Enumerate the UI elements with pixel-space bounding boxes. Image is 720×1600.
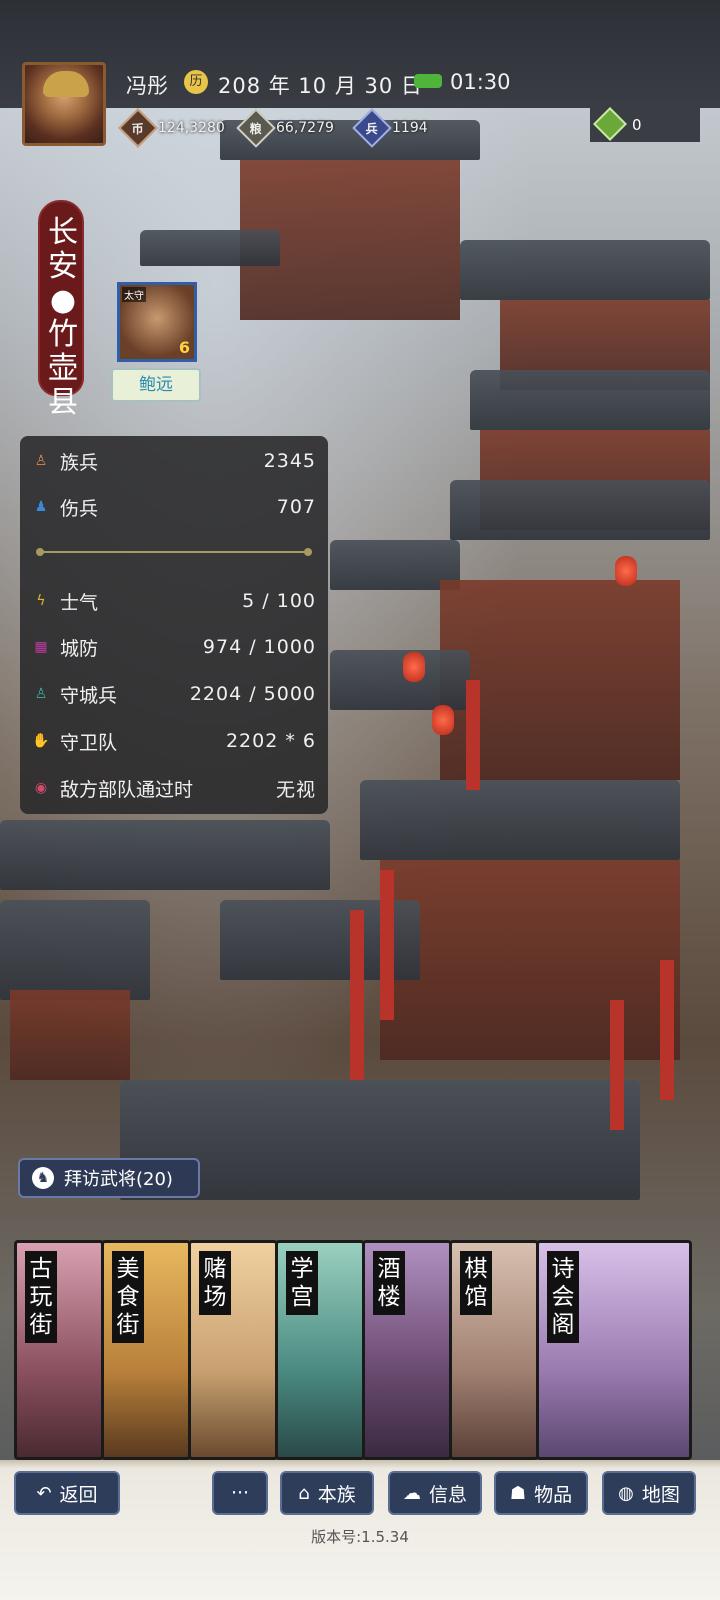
building-card-poetry-pavilion[interactable]: 诗会阁	[536, 1240, 692, 1460]
stat-value: 2345	[263, 450, 316, 472]
more-label: ···	[230, 1482, 250, 1504]
eye-icon: ◉	[34, 780, 48, 796]
stat-row-city-defense: ▦ 城防 974 / 1000	[32, 632, 316, 662]
building-name: 酒楼	[373, 1251, 405, 1315]
version-text: 版本号:1.5.34	[311, 1528, 409, 1546]
resource-soldier[interactable]: 兵 1194	[352, 108, 428, 148]
stat-label: 守卫队	[60, 731, 118, 754]
clan-label: 本族	[317, 1483, 356, 1506]
stat-row-morale: ϟ 士气 5 / 100	[32, 586, 316, 616]
building-card-antique-street[interactable]: 古玩街	[14, 1240, 104, 1460]
stat-value: 974 / 1000	[202, 636, 316, 658]
visit-generals-button[interactable]: ♞ 拜访武将(20)	[18, 1158, 200, 1198]
governor-tag: 太守	[122, 287, 146, 302]
stat-row-enemy-pass[interactable]: ◉ 敌方部队通过时 无视	[32, 773, 316, 803]
stat-row-guard-squad: ✋ 守卫队 2202 * 6	[32, 726, 316, 756]
building-name: 赌场	[199, 1251, 231, 1315]
building-name: 古玩街	[25, 1251, 57, 1343]
city-name: 长安●竹壶县	[48, 215, 78, 420]
helmet-graphic	[43, 71, 89, 97]
game-time: 01:30	[450, 70, 511, 94]
visit-button-label: 拜访武将(20)	[64, 1169, 173, 1190]
injured-icon: ♟	[34, 499, 48, 515]
building-card-tavern[interactable]: 酒楼	[362, 1240, 452, 1460]
stat-row-garrison: ♙ 守城兵 2204 / 5000	[32, 679, 316, 709]
gem-counter[interactable]: 0	[590, 107, 700, 142]
stat-row-injured: ♟ 伤兵 707	[32, 492, 316, 522]
building-name: 美食街	[112, 1251, 144, 1343]
governor-level: 6	[178, 338, 190, 357]
person-icon: ♙	[34, 453, 48, 469]
resource-value: 66,7279	[276, 120, 334, 136]
visit-icon: ♞	[32, 1167, 54, 1189]
coin-icon: 币	[118, 108, 158, 148]
squad-icon: ✋	[32, 733, 50, 749]
gem-value: 0	[632, 116, 642, 134]
items-button[interactable]: ☗ 物品	[494, 1471, 588, 1515]
building-name: 棋馆	[460, 1251, 492, 1315]
stat-value: 2204 / 5000	[189, 683, 316, 705]
resource-grain[interactable]: 粮 66,7279	[236, 108, 334, 148]
stat-value: 2202 * 6	[225, 730, 316, 752]
stat-value: 无视	[275, 778, 316, 801]
stat-label: 守城兵	[60, 684, 118, 707]
player-avatar[interactable]	[22, 62, 106, 146]
city-stats-panel: ♙ 族兵 2345 ♟ 伤兵 707 ϟ 士气 5 / 100 ▦ 城防 974…	[20, 436, 328, 814]
more-button[interactable]: ···	[212, 1471, 268, 1515]
building-name: 诗会阁	[547, 1251, 579, 1343]
wall-icon: ▦	[34, 639, 48, 655]
time-icon	[414, 74, 442, 88]
stat-row-clan-troops: ♙ 族兵 2345	[32, 446, 316, 476]
resource-value: 124,3280	[158, 120, 225, 136]
stat-label: 士气	[60, 591, 99, 614]
soldier-icon: 兵	[352, 108, 392, 148]
building-name: 学宫	[286, 1251, 318, 1315]
building-card-chess-hall[interactable]: 棋馆	[449, 1240, 539, 1460]
map-button[interactable]: ◍ 地图	[602, 1471, 696, 1515]
clan-button[interactable]: ⌂ 本族	[280, 1471, 374, 1515]
chat-bubble-icon: ☁	[402, 1482, 421, 1504]
back-arrow-icon: ↶	[36, 1482, 52, 1504]
governor-name-button[interactable]: 鲍远	[111, 368, 201, 402]
building-card-casino[interactable]: 赌场	[188, 1240, 278, 1460]
building-card-food-street[interactable]: 美食街	[101, 1240, 191, 1460]
stat-label: 敌方部队通过时	[60, 778, 194, 801]
stat-label: 族兵	[60, 451, 99, 474]
info-label: 信息	[428, 1483, 467, 1506]
governor-portrait[interactable]: 太守 6	[117, 282, 197, 362]
resource-coin[interactable]: 币 124,3280	[118, 108, 225, 148]
morale-icon: ϟ	[36, 593, 46, 609]
game-date: 208 年 10 月 30 日	[218, 74, 423, 98]
building-card-academy[interactable]: 学宫	[275, 1240, 365, 1460]
stat-value: 707	[276, 496, 316, 518]
globe-icon: ◍	[618, 1482, 634, 1504]
guard-icon: ♙	[34, 686, 48, 702]
stat-label: 城防	[60, 637, 99, 660]
calendar-icon: 历	[184, 70, 208, 94]
city-name-banner: 长安●竹壶县	[38, 200, 84, 420]
info-button[interactable]: ☁ 信息	[388, 1471, 482, 1515]
player-name: 冯彤	[126, 74, 168, 98]
clan-icon: ⌂	[298, 1482, 310, 1504]
panel-divider	[36, 548, 312, 556]
map-label: 地图	[641, 1483, 680, 1506]
back-label: 返回	[59, 1483, 98, 1506]
resource-value: 1194	[392, 120, 428, 136]
gem-icon	[593, 107, 627, 141]
items-icon: ☗	[509, 1482, 527, 1504]
items-label: 物品	[534, 1483, 573, 1506]
back-button[interactable]: ↶ 返回	[14, 1471, 120, 1515]
stat-value: 5 / 100	[242, 590, 316, 612]
grain-icon: 粮	[236, 108, 276, 148]
stat-label: 伤兵	[60, 497, 99, 520]
